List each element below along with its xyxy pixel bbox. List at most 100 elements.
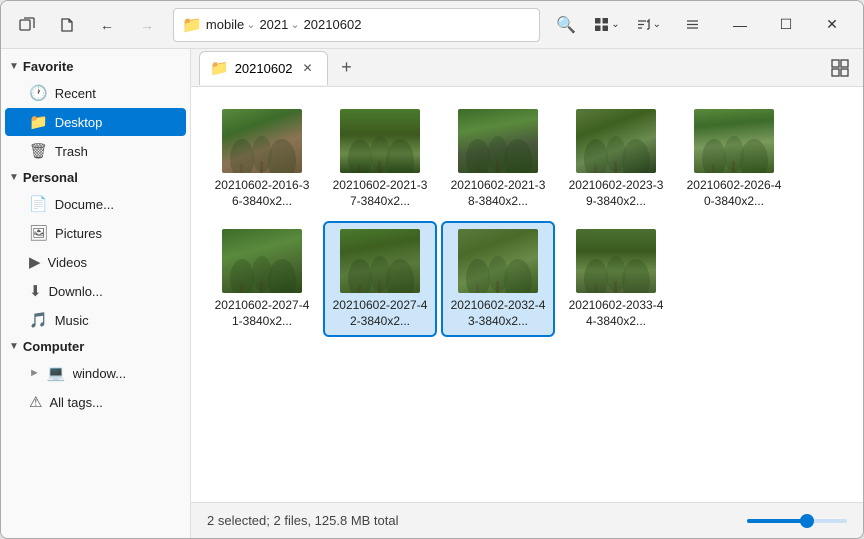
grid-view-button[interactable]: ⌄ [588,8,625,42]
videos-icon: ▶ [29,253,41,271]
recent-icon: 🕐 [29,84,48,102]
layout-toggle-button[interactable] [825,53,855,83]
file-area: 📁 20210602 ✕ + [191,49,863,538]
minimize-button[interactable]: — [717,8,763,42]
file-thumbnail [576,229,656,293]
sidebar-item-pictures[interactable]: 🖼 Pictures [5,219,186,247]
sidebar: ▼ Favorite 🕐 Recent 📁 Desktop 🗑 Trash ▼ … [1,49,191,538]
file-name: 20210602-2021-37-3840x2... [331,178,429,209]
sidebar-item-desktop[interactable]: 📁 Desktop [5,108,186,136]
new-tab-button[interactable]: + [332,53,362,83]
back-icon: ← [100,17,114,33]
favorite-chevron: ▼ [9,61,19,72]
file-name: 20210602-2026-40-3840x2... [685,178,783,209]
file-item[interactable]: 20210602-2021-38-3840x2... [443,103,553,215]
file-name: 20210602-2032-43-3840x2... [449,298,547,329]
file-item[interactable]: 20210602-2023-39-3840x2... [561,103,671,215]
sidebar-item-tags[interactable]: ⚠ All tags... [5,388,186,416]
file-thumbnail [576,109,656,173]
tags-icon: ⚠ [29,393,42,411]
expand-icon: ► [29,367,40,379]
file-name: 20210602-2016-36-3840x2... [213,178,311,209]
sidebar-section-computer[interactable]: ▼ Computer [1,335,190,358]
file-item[interactable]: 20210602-2026-40-3840x2... [679,103,789,215]
breadcrumb: 📁 mobile ⌄ 2021 ⌄ 20210602 [173,8,540,42]
sort-chevron: ⌄ [653,19,661,30]
sidebar-item-windows[interactable]: ► 💻 window... [5,359,186,387]
tab-20210602[interactable]: 📁 20210602 ✕ [199,51,328,85]
file-thumbnail [694,109,774,173]
file-item[interactable]: 20210602-2021-37-3840x2... [325,103,435,215]
file-item[interactable]: 20210602-2032-43-3840x2... [443,223,553,335]
sidebar-item-label: Recent [55,86,96,101]
file-thumbnail [222,109,302,173]
search-button[interactable]: 🔍 [548,7,584,43]
breadcrumb-segment-20210602[interactable]: 20210602 [304,17,362,32]
tab-label: 20210602 [235,61,293,76]
statusbar: 2 selected; 2 files, 125.8 MB total [191,502,863,538]
file-name: 20210602-2021-38-3840x2... [449,178,547,209]
breadcrumb-folder-icon: 📁 [182,15,202,35]
titlebar: ← → 📁 mobile ⌄ 2021 ⌄ 20210602 🔍 [1,1,863,49]
grid-view-chevron: ⌄ [611,19,619,30]
file-item[interactable]: 20210602-2027-42-3840x2... [325,223,435,335]
maximize-button[interactable]: ☐ [763,8,809,42]
trash-icon: 🗑 [29,142,48,160]
file-thumbnail [458,229,538,293]
file-name: 20210602-2033-44-3840x2... [567,298,665,329]
file-name: 20210602-2027-41-3840x2... [213,298,311,329]
sidebar-item-videos[interactable]: ▶ Videos [5,248,186,276]
tabs-bar: 📁 20210602 ✕ + [191,49,863,87]
breadcrumb-segment-2021[interactable]: 2021 ⌄ [259,17,299,32]
status-text: 2 selected; 2 files, 125.8 MB total [207,513,747,528]
sidebar-item-label: Music [55,313,89,328]
forward-button[interactable]: → [129,7,165,43]
tab-close-button[interactable]: ✕ [299,59,317,77]
sidebar-item-label: Trash [55,144,88,159]
file-item[interactable]: 20210602-2016-36-3840x2... [207,103,317,215]
favorite-label: Favorite [23,59,74,74]
pictures-icon: 🖼 [29,224,48,242]
sidebar-section-favorite[interactable]: ▼ Favorite [1,55,190,78]
sidebar-item-music[interactable]: 🎵 Music [5,306,186,334]
forward-icon: → [140,17,154,33]
file-thumbnail [458,109,538,173]
personal-chevron: ▼ [9,172,19,183]
back-button[interactable]: ← [89,7,125,43]
personal-label: Personal [23,170,78,185]
file-item[interactable]: 20210602-2033-44-3840x2... [561,223,671,335]
sidebar-item-label: Docume... [55,197,114,212]
close-button[interactable]: ✕ [809,8,855,42]
sidebar-item-label: Pictures [55,226,102,241]
documents-icon: 📄 [29,195,48,213]
sort-button[interactable]: ⌄ [630,8,667,42]
file-name: 20210602-2023-39-3840x2... [567,178,665,209]
zoom-slider-track [747,519,807,523]
tab-folder-icon: 📁 [210,59,229,77]
breadcrumb-segment-mobile[interactable]: mobile ⌄ [206,17,256,32]
sidebar-item-label: Downlo... [49,284,103,299]
search-icon: 🔍 [556,15,576,35]
zoom-slider[interactable] [747,519,847,523]
sidebar-item-label: Desktop [55,115,103,130]
sidebar-item-downloads[interactable]: ⬇ Downlo... [5,277,186,305]
computer-icon: 💻 [47,364,66,382]
sidebar-item-documents[interactable]: 📄 Docume... [5,190,186,218]
file-name: 20210602-2027-42-3840x2... [331,298,429,329]
plus-icon: + [341,57,352,78]
sidebar-item-recent[interactable]: 🕐 Recent [5,79,186,107]
file-thumbnail [340,109,420,173]
file-item[interactable]: 20210602-2027-41-3840x2... [207,223,317,335]
desktop-icon: 📁 [29,113,48,131]
new-window-button[interactable] [9,7,45,43]
main-content: ▼ Favorite 🕐 Recent 📁 Desktop 🗑 Trash ▼ … [1,49,863,538]
music-icon: 🎵 [29,311,48,329]
sidebar-section-personal[interactable]: ▼ Personal [1,166,190,189]
menu-button[interactable] [671,8,713,42]
sidebar-item-label: All tags... [49,395,102,410]
zoom-slider-thumb[interactable] [800,514,814,528]
sidebar-item-label: Videos [48,255,88,270]
file-button[interactable] [49,7,85,43]
downloads-icon: ⬇ [29,282,42,300]
sidebar-item-trash[interactable]: 🗑 Trash [5,137,186,165]
